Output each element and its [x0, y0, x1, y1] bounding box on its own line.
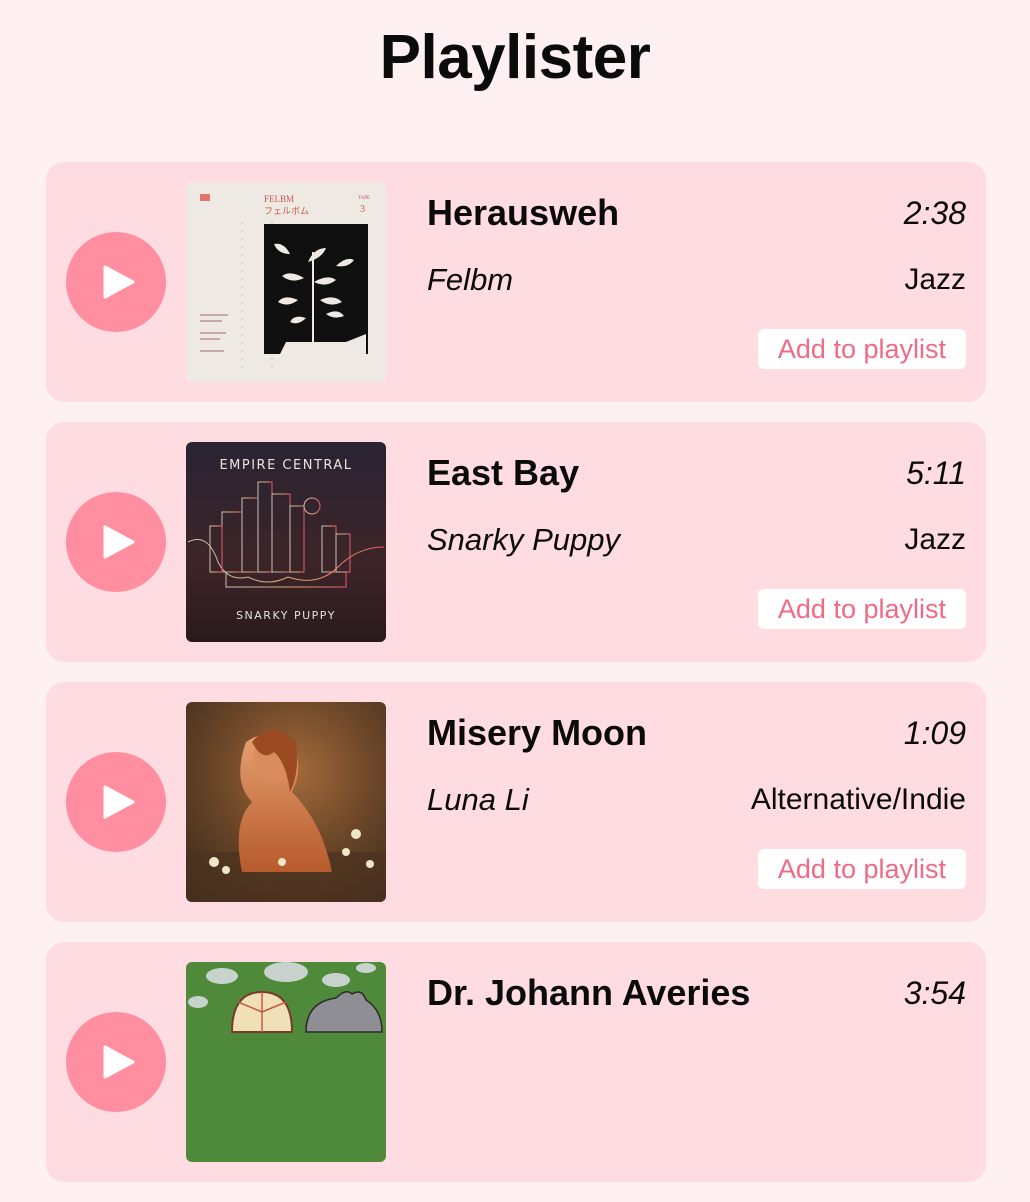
track-genre: Jazz — [904, 263, 966, 296]
track-duration: 2:38 — [903, 195, 966, 231]
album-cover: FELBM フェルボム TAPE 3 — [186, 182, 386, 382]
svg-text:SNARKY PUPPY: SNARKY PUPPY — [236, 609, 336, 622]
track-artist: Luna Li — [427, 782, 529, 817]
track-artist: Snarky Puppy — [427, 522, 620, 557]
play-button[interactable] — [66, 232, 166, 332]
add-to-playlist-button[interactable]: Add to playlist — [757, 589, 966, 629]
album-cover — [186, 702, 386, 902]
track-duration: 1:09 — [903, 715, 966, 751]
track-artist: Felbm — [427, 262, 514, 297]
svg-text:フェルボム: フェルボム — [264, 206, 309, 217]
svg-text:3: 3 — [360, 204, 365, 215]
track-title: East Bay — [427, 452, 580, 493]
track-genre: Jazz — [904, 523, 966, 556]
play-icon — [103, 785, 135, 819]
track-title: Herausweh — [427, 192, 620, 233]
track-card: FELBM フェルボム TAPE 3 Herausweh 2:38 Felbm … — [46, 162, 986, 402]
track-title: Misery Moon — [427, 712, 648, 753]
svg-text:EMPIRE CENTRAL: EMPIRE CENTRAL — [219, 458, 352, 473]
track-genre: Alternative/Indie — [750, 783, 966, 816]
app-title: Playlister — [379, 23, 651, 92]
track-title: Dr. Johann Averies — [427, 972, 751, 1013]
track-card: EMPIRE CENTRAL SNARKY PUPPY East Bay 5:1… — [46, 422, 986, 662]
play-button[interactable] — [66, 492, 166, 592]
play-icon — [103, 1045, 135, 1079]
add-to-playlist-button[interactable]: Add to playlist — [757, 329, 966, 369]
track-card: Misery Moon 1:09 Luna Li Alternative/Ind… — [46, 682, 986, 922]
track-duration: 3:54 — [903, 975, 966, 1011]
play-button[interactable] — [66, 752, 166, 852]
album-cover — [186, 962, 386, 1162]
track-duration: 5:11 — [906, 455, 966, 491]
track-card: Dr. Johann Averies 3:54 — [46, 942, 986, 1182]
album-cover: EMPIRE CENTRAL SNARKY PUPPY — [186, 442, 386, 642]
play-icon — [103, 265, 135, 299]
track-list: FELBM フェルボム TAPE 3 Herausweh 2:38 Felbm … — [46, 162, 986, 1202]
svg-text:TAPE: TAPE — [358, 196, 370, 201]
play-icon — [103, 525, 135, 559]
svg-text:FELBM: FELBM — [264, 194, 294, 204]
add-to-playlist-button[interactable]: Add to playlist — [757, 849, 966, 889]
play-button[interactable] — [66, 1012, 166, 1112]
